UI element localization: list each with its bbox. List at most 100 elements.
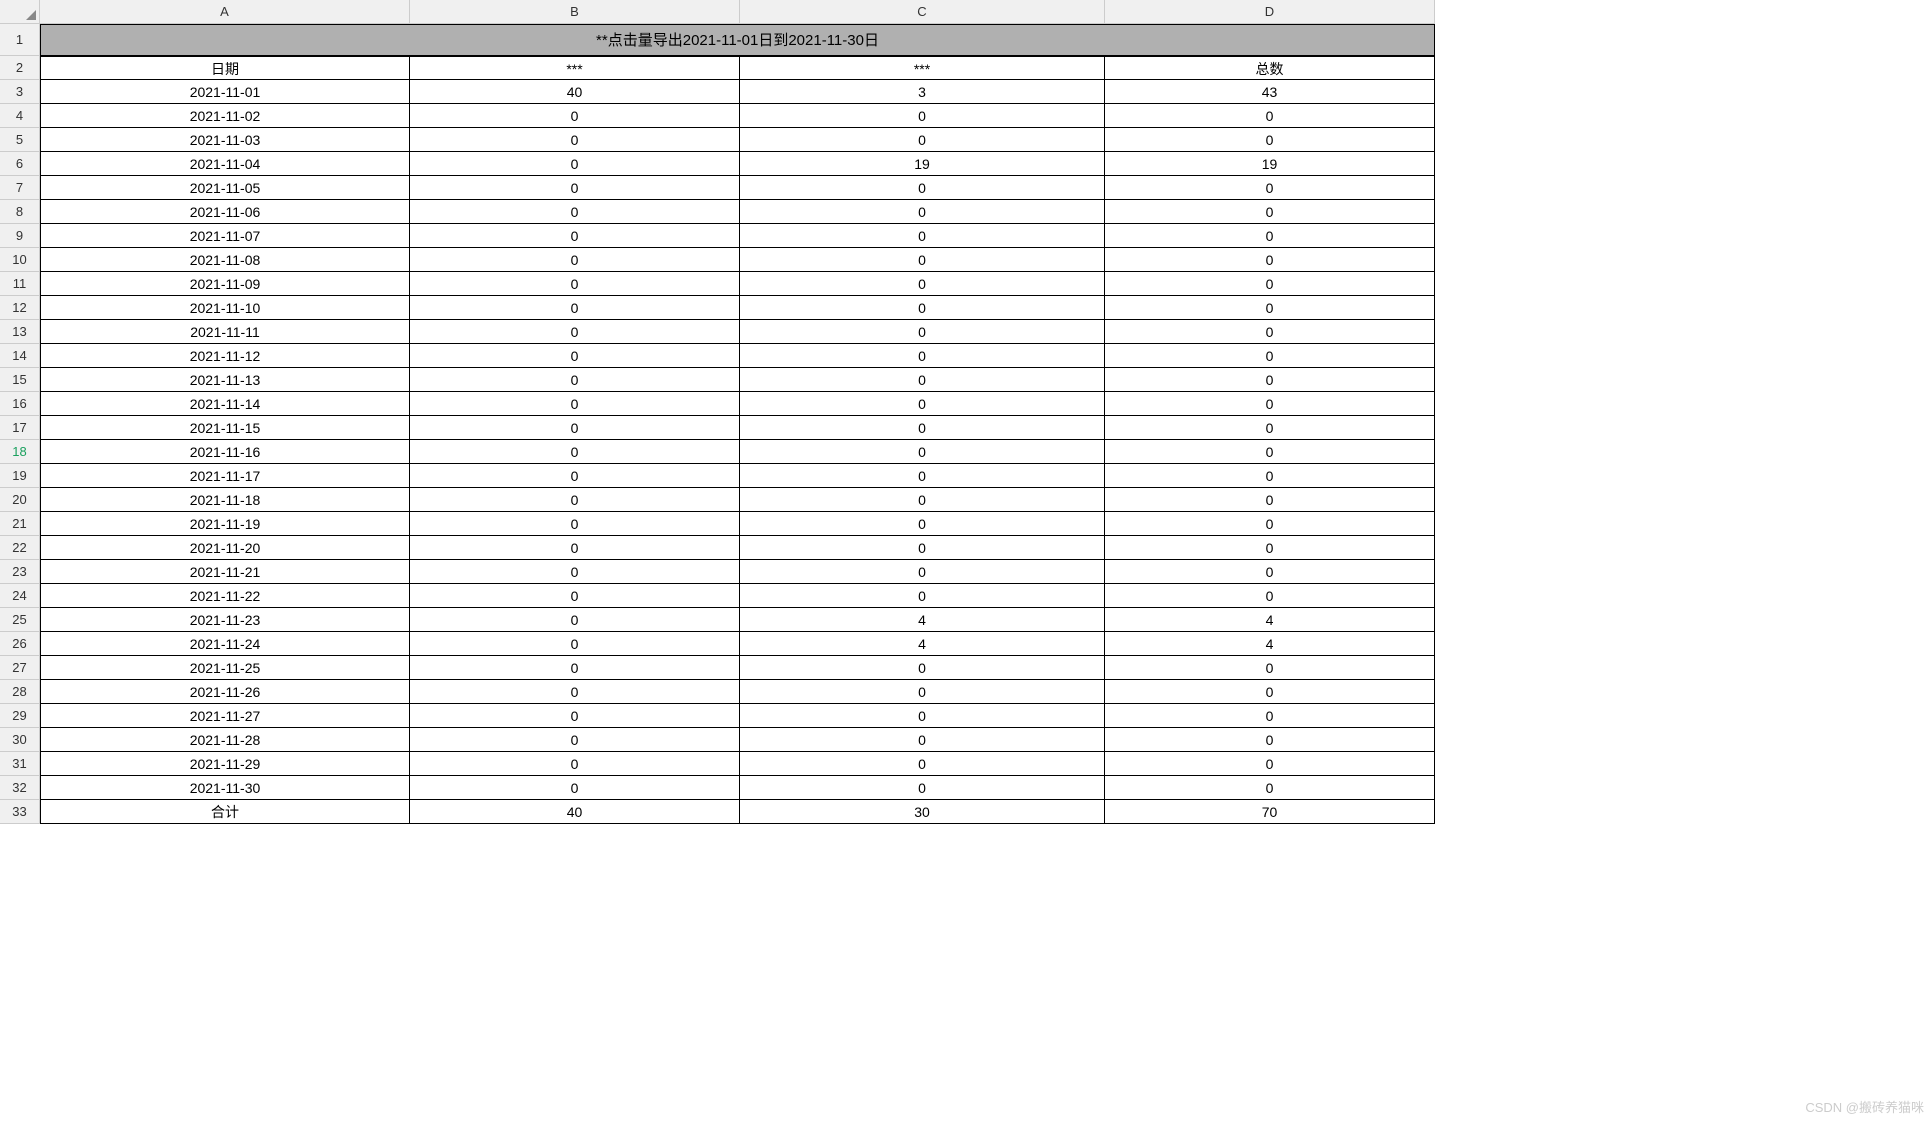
cell-b-19[interactable]: 0: [410, 464, 740, 488]
cell-c-19[interactable]: 0: [740, 464, 1105, 488]
cell-a-23[interactable]: 2021-11-21: [40, 560, 410, 584]
cell-a-22[interactable]: 2021-11-20: [40, 536, 410, 560]
cell-c-3[interactable]: 3: [740, 80, 1105, 104]
row-header-25[interactable]: 25: [0, 608, 40, 632]
row-header-23[interactable]: 23: [0, 560, 40, 584]
cell-c-29[interactable]: 0: [740, 704, 1105, 728]
cell-a-16[interactable]: 2021-11-14: [40, 392, 410, 416]
data-header-col-c[interactable]: ***: [740, 56, 1105, 80]
cell-b-6[interactable]: 0: [410, 152, 740, 176]
cell-d-5[interactable]: 0: [1105, 128, 1435, 152]
cell-c-14[interactable]: 0: [740, 344, 1105, 368]
row-header-33[interactable]: 33: [0, 800, 40, 824]
row-header-9[interactable]: 9: [0, 224, 40, 248]
row-header-24[interactable]: 24: [0, 584, 40, 608]
cell-b-20[interactable]: 0: [410, 488, 740, 512]
cell-a-13[interactable]: 2021-11-11: [40, 320, 410, 344]
row-header-2[interactable]: 2: [0, 56, 40, 80]
cell-c-26[interactable]: 4: [740, 632, 1105, 656]
cell-b-22[interactable]: 0: [410, 536, 740, 560]
cell-c-28[interactable]: 0: [740, 680, 1105, 704]
cell-d-6[interactable]: 19: [1105, 152, 1435, 176]
cell-b-8[interactable]: 0: [410, 200, 740, 224]
row-header-13[interactable]: 13: [0, 320, 40, 344]
data-header-col-b[interactable]: ***: [410, 56, 740, 80]
cell-d-4[interactable]: 0: [1105, 104, 1435, 128]
cell-a-31[interactable]: 2021-11-29: [40, 752, 410, 776]
cell-b-21[interactable]: 0: [410, 512, 740, 536]
cell-d-16[interactable]: 0: [1105, 392, 1435, 416]
cell-c-4[interactable]: 0: [740, 104, 1105, 128]
cell-a-3[interactable]: 2021-11-01: [40, 80, 410, 104]
cell-c-15[interactable]: 0: [740, 368, 1105, 392]
row-header-10[interactable]: 10: [0, 248, 40, 272]
cell-a-4[interactable]: 2021-11-02: [40, 104, 410, 128]
cell-d-7[interactable]: 0: [1105, 176, 1435, 200]
cell-b-26[interactable]: 0: [410, 632, 740, 656]
cell-d-23[interactable]: 0: [1105, 560, 1435, 584]
cell-a-28[interactable]: 2021-11-26: [40, 680, 410, 704]
cell-a-27[interactable]: 2021-11-25: [40, 656, 410, 680]
cell-d-24[interactable]: 0: [1105, 584, 1435, 608]
row-header-8[interactable]: 8: [0, 200, 40, 224]
column-header-b[interactable]: B: [410, 0, 740, 24]
row-header-3[interactable]: 3: [0, 80, 40, 104]
cell-d-28[interactable]: 0: [1105, 680, 1435, 704]
cell-c-24[interactable]: 0: [740, 584, 1105, 608]
cell-d-22[interactable]: 0: [1105, 536, 1435, 560]
cell-a-24[interactable]: 2021-11-22: [40, 584, 410, 608]
cell-c-16[interactable]: 0: [740, 392, 1105, 416]
cell-b-4[interactable]: 0: [410, 104, 740, 128]
cell-d-11[interactable]: 0: [1105, 272, 1435, 296]
row-header-27[interactable]: 27: [0, 656, 40, 680]
cell-c-6[interactable]: 19: [740, 152, 1105, 176]
cell-b-24[interactable]: 0: [410, 584, 740, 608]
cell-b-16[interactable]: 0: [410, 392, 740, 416]
cell-c-11[interactable]: 0: [740, 272, 1105, 296]
cell-b-9[interactable]: 0: [410, 224, 740, 248]
cell-b-23[interactable]: 0: [410, 560, 740, 584]
cell-b-12[interactable]: 0: [410, 296, 740, 320]
cell-a-32[interactable]: 2021-11-30: [40, 776, 410, 800]
cell-d-25[interactable]: 4: [1105, 608, 1435, 632]
cell-c-33[interactable]: 30: [740, 800, 1105, 824]
cell-d-10[interactable]: 0: [1105, 248, 1435, 272]
row-header-12[interactable]: 12: [0, 296, 40, 320]
row-header-31[interactable]: 31: [0, 752, 40, 776]
cell-a-14[interactable]: 2021-11-12: [40, 344, 410, 368]
cell-a-19[interactable]: 2021-11-17: [40, 464, 410, 488]
column-header-a[interactable]: A: [40, 0, 410, 24]
data-header-date[interactable]: 日期: [40, 56, 410, 80]
cell-b-32[interactable]: 0: [410, 776, 740, 800]
cell-b-25[interactable]: 0: [410, 608, 740, 632]
cell-d-17[interactable]: 0: [1105, 416, 1435, 440]
row-header-32[interactable]: 32: [0, 776, 40, 800]
cell-a-26[interactable]: 2021-11-24: [40, 632, 410, 656]
row-header-16[interactable]: 16: [0, 392, 40, 416]
cell-c-30[interactable]: 0: [740, 728, 1105, 752]
row-header-14[interactable]: 14: [0, 344, 40, 368]
row-header-28[interactable]: 28: [0, 680, 40, 704]
cell-b-27[interactable]: 0: [410, 656, 740, 680]
cell-d-33[interactable]: 70: [1105, 800, 1435, 824]
cell-a-8[interactable]: 2021-11-06: [40, 200, 410, 224]
cell-b-10[interactable]: 0: [410, 248, 740, 272]
cell-d-26[interactable]: 4: [1105, 632, 1435, 656]
row-header-5[interactable]: 5: [0, 128, 40, 152]
cell-a-11[interactable]: 2021-11-09: [40, 272, 410, 296]
data-header-total[interactable]: 总数: [1105, 56, 1435, 80]
row-header-11[interactable]: 11: [0, 272, 40, 296]
row-header-19[interactable]: 19: [0, 464, 40, 488]
cell-a-17[interactable]: 2021-11-15: [40, 416, 410, 440]
cell-d-20[interactable]: 0: [1105, 488, 1435, 512]
cell-b-3[interactable]: 40: [410, 80, 740, 104]
row-header-22[interactable]: 22: [0, 536, 40, 560]
cell-c-7[interactable]: 0: [740, 176, 1105, 200]
cell-a-30[interactable]: 2021-11-28: [40, 728, 410, 752]
select-all-corner[interactable]: [0, 0, 40, 24]
cell-c-8[interactable]: 0: [740, 200, 1105, 224]
row-header-7[interactable]: 7: [0, 176, 40, 200]
row-header-17[interactable]: 17: [0, 416, 40, 440]
cell-c-13[interactable]: 0: [740, 320, 1105, 344]
cell-a-20[interactable]: 2021-11-18: [40, 488, 410, 512]
